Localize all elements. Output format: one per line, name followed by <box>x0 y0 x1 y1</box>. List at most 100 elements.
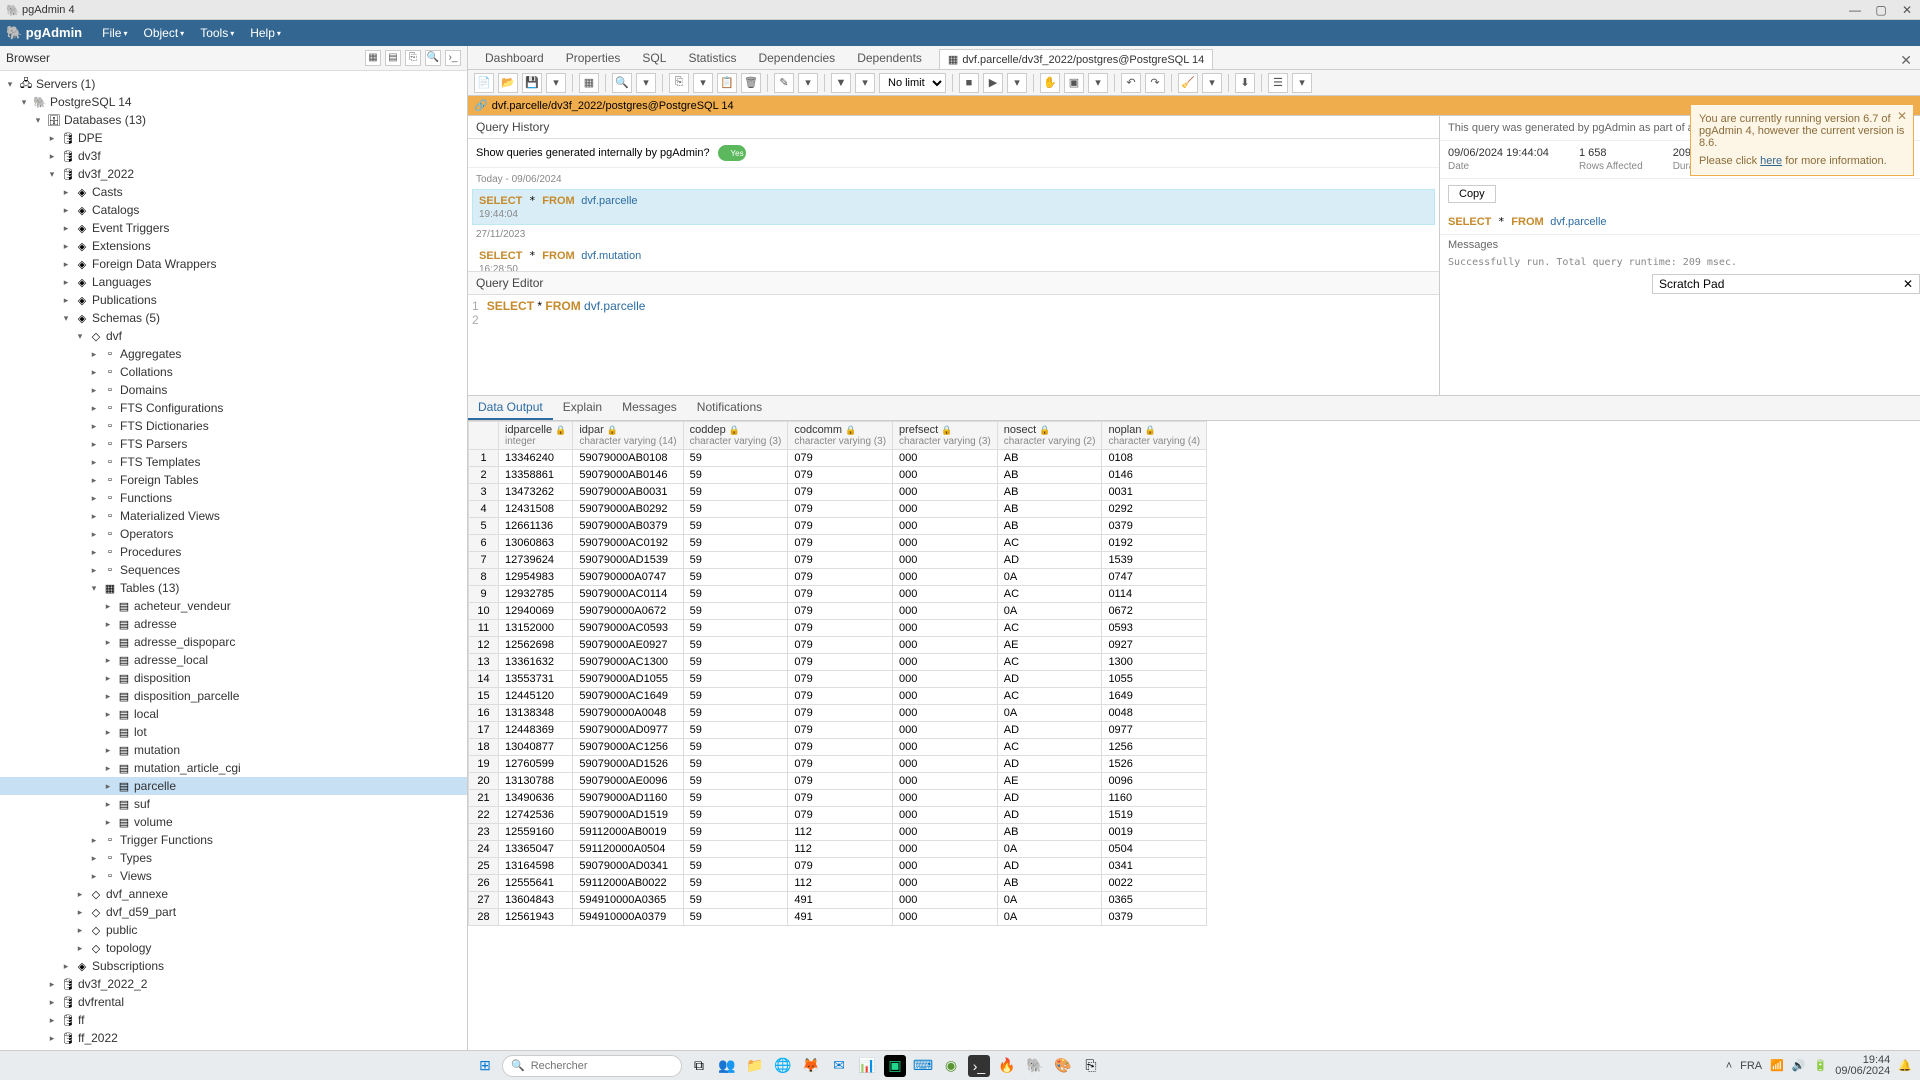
data-row[interactable]: 41243150859079000AB029259079000AB0292 <box>469 501 1207 518</box>
tree-item[interactable]: ▸▤local <box>0 705 467 723</box>
tree-item[interactable]: ▸▫Operators <box>0 525 467 543</box>
tree-item[interactable]: ▸🛢dvfrental <box>0 993 467 1011</box>
macros-dropdown[interactable]: ▾ <box>1292 73 1312 93</box>
tree-item[interactable]: ▸◈Publications <box>0 291 467 309</box>
query-editor[interactable]: 12 SELECT * FROM dvf.parcelle <box>468 295 1439 395</box>
col-idpar[interactable]: idpar 🔒character varying (14) <box>573 422 683 450</box>
save-dropdown[interactable]: ▾ <box>546 73 566 93</box>
data-row[interactable]: 21335886159079000AB014659079000AB0146 <box>469 467 1207 484</box>
data-row[interactable]: 231255916059112000AB001959112000AB0019 <box>469 824 1207 841</box>
tree-item[interactable]: ▸▤mutation <box>0 741 467 759</box>
execute-button[interactable]: ▶ <box>983 73 1003 93</box>
object-tree[interactable]: ▾🖧Servers (1)▾🐘PostgreSQL 14▾🗄Databases … <box>0 71 467 1050</box>
data-row[interactable]: 1012940069590790000A0672590790000A0672 <box>469 603 1207 620</box>
tree-item[interactable]: ▸🛢ff <box>0 1011 467 1029</box>
data-row[interactable]: 31347326259079000AB003159079000AB0031 <box>469 484 1207 501</box>
data-row[interactable]: 201313078859079000AE009659079000AE0096 <box>469 773 1207 790</box>
search-input[interactable] <box>531 1060 673 1072</box>
col-idparcelle[interactable]: idparcelle 🔒integer <box>499 422 573 450</box>
col-noplan[interactable]: noplan 🔒character varying (4) <box>1102 422 1207 450</box>
tree-item[interactable]: ▸◈Foreign Data Wrappers <box>0 255 467 273</box>
tab-dependencies[interactable]: Dependencies <box>747 46 846 69</box>
tree-item[interactable]: ▸▤adresse_local <box>0 651 467 669</box>
data-row[interactable]: 191276059959079000AD152659079000AD1526 <box>469 756 1207 773</box>
filter-dropdown[interactable]: ▾ <box>855 73 875 93</box>
tree-item[interactable]: ▸▫FTS Templates <box>0 453 467 471</box>
menu-file[interactable]: File ▾ <box>94 22 135 44</box>
explorer-icon[interactable]: 📁 <box>744 1055 766 1077</box>
history-item-2[interactable]: SELECT * FROM dvf.mutation 16:28:50 <box>472 244 1435 271</box>
tree-item[interactable]: ▾🛢dv3f_2022 <box>0 165 467 183</box>
edit-button[interactable]: ✎ <box>774 73 794 93</box>
qgis-icon[interactable]: ◉ <box>940 1055 962 1077</box>
tree-item[interactable]: ▸▤disposition <box>0 669 467 687</box>
tree-item[interactable]: ▸▫FTS Dictionaries <box>0 417 467 435</box>
tree-item[interactable]: ▾◇dvf <box>0 327 467 345</box>
query-file-tab[interactable]: ▦ dvf.parcelle/dv3f_2022/postgres@Postgr… <box>939 49 1213 69</box>
download-button[interactable]: ⬇ <box>1235 73 1255 93</box>
tray-wifi-icon[interactable]: 📶 <box>1770 1059 1784 1072</box>
tree-item[interactable]: ▸▫Procedures <box>0 543 467 561</box>
file-tab-close[interactable]: ✕ <box>1892 52 1920 69</box>
results-tab-messages[interactable]: Messages <box>612 396 687 420</box>
data-row[interactable]: 11334624059079000AB010859079000AB0108 <box>469 450 1207 467</box>
stop-button[interactable]: ■ <box>959 73 979 93</box>
vscode-icon[interactable]: ⌨ <box>912 1055 934 1077</box>
tree-item[interactable]: ▸▫Foreign Tables <box>0 471 467 489</box>
pycharm-icon[interactable]: ▣ <box>884 1055 906 1077</box>
tray-battery-icon[interactable]: 🔋 <box>1814 1059 1828 1072</box>
col-codcomm[interactable]: codcomm 🔒character varying (3) <box>788 422 893 450</box>
task-view-icon[interactable]: ⧉ <box>688 1055 710 1077</box>
tree-item[interactable]: ▸▫FTS Parsers <box>0 435 467 453</box>
browser-tool-2[interactable]: ▤ <box>385 50 401 66</box>
tree-item[interactable]: ▾▦Tables (13) <box>0 579 467 597</box>
tree-item[interactable]: ▾🗄Databases (13) <box>0 111 467 129</box>
tree-item[interactable]: ▸▫Trigger Functions <box>0 831 467 849</box>
copy-button[interactable]: ⎘ <box>669 73 689 93</box>
tray-expand-icon[interactable]: ˄ <box>1726 1060 1732 1072</box>
notif-here-link[interactable]: here <box>1760 155 1782 167</box>
tree-item[interactable]: ▸▫Types <box>0 849 467 867</box>
taskbar-search[interactable]: 🔍 <box>502 1055 682 1077</box>
menu-help[interactable]: Help ▾ <box>242 22 289 44</box>
open-folder-button[interactable]: 📂 <box>498 73 518 93</box>
explain-dropdown[interactable]: ▾ <box>1088 73 1108 93</box>
excel-icon[interactable]: 📊 <box>856 1055 878 1077</box>
data-row[interactable]: 2713604843594910000A0365594910000A0365 <box>469 892 1207 909</box>
tree-item[interactable]: ▸▫Domains <box>0 381 467 399</box>
tray-clock[interactable]: 19:44 09/06/2024 <box>1835 1055 1890 1077</box>
tree-item[interactable]: ▸▤disposition_parcelle <box>0 687 467 705</box>
scratch-pad-header[interactable]: Scratch Pad ✕ <box>1652 274 1920 294</box>
filter-button[interactable]: ▼ <box>831 73 851 93</box>
data-row[interactable]: 251316459859079000AD034159079000AD0341 <box>469 858 1207 875</box>
tree-item[interactable]: ▸▫Materialized Views <box>0 507 467 525</box>
data-row[interactable]: 2812561943594910000A0379594910000A0379 <box>469 909 1207 926</box>
start-button[interactable]: ⊞ <box>474 1055 496 1077</box>
tree-item[interactable]: ▸◇public <box>0 921 467 939</box>
copy-sql-button[interactable]: ▦ <box>579 73 599 93</box>
data-row[interactable]: 171244836959079000AD097759079000AD0977 <box>469 722 1207 739</box>
row-limit-select[interactable]: No limit <box>879 73 946 93</box>
tree-item[interactable]: ▸🛢dv3f_2022_2 <box>0 975 467 993</box>
data-row[interactable]: 2413365047591120000A0504591120000A0504 <box>469 841 1207 858</box>
data-row[interactable]: 211349063659079000AD116059079000AD1160 <box>469 790 1207 807</box>
tree-item[interactable]: ▸◇dvf_annexe <box>0 885 467 903</box>
close-button[interactable]: ✕ <box>1900 3 1914 17</box>
terminal-icon[interactable]: ›_ <box>968 1055 990 1077</box>
tree-item[interactable]: ▸◈Casts <box>0 183 467 201</box>
tray-lang[interactable]: FRA <box>1740 1060 1762 1072</box>
data-grid[interactable]: idparcelle 🔒integeridpar 🔒character vary… <box>468 421 1920 1050</box>
copy-query-button[interactable]: Copy <box>1448 185 1496 203</box>
minimize-button[interactable]: — <box>1848 3 1862 17</box>
app-icon-1[interactable]: 🔥 <box>996 1055 1018 1077</box>
data-row[interactable]: 261255564159112000AB002259112000AB0022 <box>469 875 1207 892</box>
scratch-close-icon[interactable]: ✕ <box>1903 277 1913 291</box>
explain-button[interactable]: ✋ <box>1040 73 1060 93</box>
tab-sql[interactable]: SQL <box>631 46 677 69</box>
app-icon-2[interactable]: ⎘ <box>1080 1055 1102 1077</box>
pgadmin-taskbar-icon[interactable]: 🐘 <box>1024 1055 1046 1077</box>
tree-item[interactable]: ▸◇dvf_d59_part <box>0 903 467 921</box>
show-internal-toggle[interactable]: Yes <box>718 145 746 161</box>
tree-item[interactable]: ▸▤volume <box>0 813 467 831</box>
menu-tools[interactable]: Tools ▾ <box>192 22 242 44</box>
